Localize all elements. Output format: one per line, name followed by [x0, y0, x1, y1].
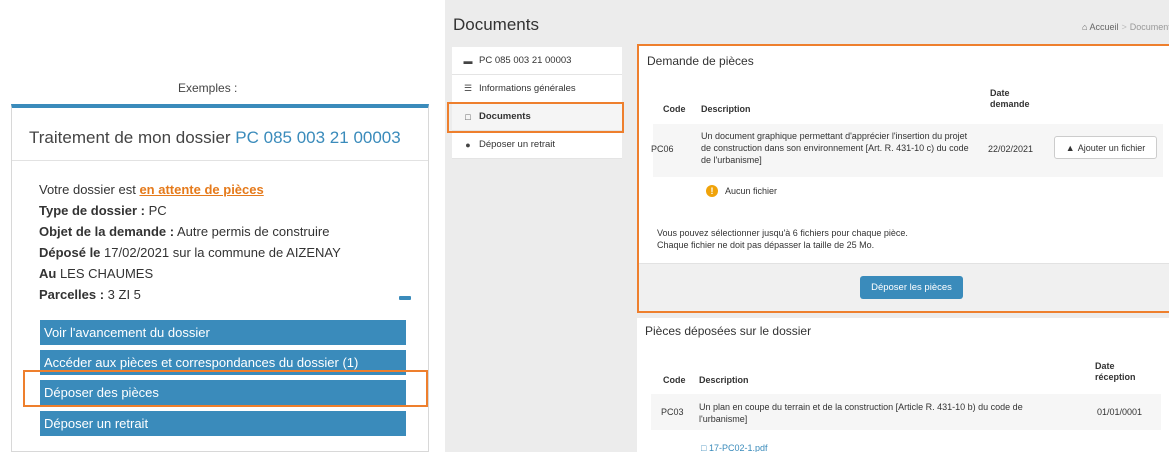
row-date: 01/01/0001 [1097, 407, 1143, 417]
examples-label: Exemples : [178, 81, 238, 95]
demande-title: Demande de pièces [647, 54, 754, 68]
col-code: Code [663, 104, 686, 114]
deposer-pieces-submit-button[interactable]: Déposer les pièces [860, 276, 963, 299]
deposees-title: Pièces déposées sur le dossier [645, 324, 812, 338]
comment-icon: ● [465, 139, 471, 150]
panel-footer: Déposer les pièces [639, 263, 1169, 311]
nav-item-informations[interactable]: ☰ Informations générales [452, 75, 622, 103]
page-title: Documents [453, 15, 539, 34]
dossier-number: PC 085 003 21 00003 [235, 128, 401, 147]
au-line: Au LES CHAUMES [39, 266, 154, 281]
depose-line: Déposé le 17/02/2021 sur la commune de A… [39, 245, 341, 260]
file-icon: □ [701, 443, 707, 452]
screenshot-root: Exemples : Traitement de mon dossier PC … [0, 0, 1169, 452]
card-divider [12, 160, 428, 161]
nav-item-retrait[interactable]: ● Déposer un retrait [452, 131, 622, 159]
row-description: Un plan en coupe du terrain et de la con… [699, 402, 1023, 424]
add-file-button[interactable]: ▲ Ajouter un fichier [1054, 136, 1157, 159]
demande-pieces-panel: Demande de pièces Code Description Date … [637, 44, 1169, 313]
breadcrumb-separator: > [1121, 22, 1127, 32]
status-link[interactable]: en attente de pièces [139, 182, 263, 197]
nav-item-dossier[interactable]: ▬ PC 085 003 21 00003 [452, 47, 622, 75]
home-icon: ⌂ [1082, 22, 1088, 32]
nav-highlight-frame [447, 102, 624, 133]
row-description: Un document graphique permettant d'appré… [701, 131, 969, 165]
objet-line: Objet de la demande : Autre permis de co… [39, 224, 330, 239]
collapse-icon[interactable] [399, 296, 411, 300]
help-text-2: Chaque fichier ne doit pas dépasser la t… [657, 240, 875, 250]
col-description: Description [701, 104, 751, 114]
breadcrumb-home[interactable]: Accueil [1089, 22, 1118, 32]
highlight-frame [23, 370, 428, 407]
file-link[interactable]: □ 17-PC02-1.pdf [701, 443, 768, 452]
breadcrumb: ⌂ Accueil>Documents [1082, 22, 1169, 32]
card-title: Traitement de mon dossier PC 085 003 21 … [29, 128, 401, 148]
row-code: PC03 [661, 407, 684, 417]
breadcrumb-current: Documents [1129, 22, 1169, 32]
parcelles-line: Parcelles : 3 ZI 5 [39, 287, 141, 302]
status-line: Votre dossier est en attente de pièces [39, 182, 264, 197]
type-line: Type de dossier : PC [39, 203, 167, 218]
voir-avancement-button[interactable]: Voir l'avancement du dossier [40, 320, 406, 345]
col-date-demande: Date demande [990, 88, 1030, 109]
help-text-1: Vous pouvez sélectionner jusqu'à 6 fichi… [657, 228, 908, 238]
col-description: Description [699, 375, 749, 385]
row-code: PC06 [651, 144, 674, 154]
col-date-reception: Date réception [1095, 361, 1136, 382]
card-title-prefix: Traitement de mon dossier [29, 128, 236, 147]
upload-icon: ▲ [1065, 142, 1075, 153]
deposer-retrait-button[interactable]: Déposer un retrait [40, 411, 406, 436]
list-icon: ☰ [463, 83, 473, 93]
row-date: 22/02/2021 [988, 144, 1034, 154]
dossier-info: Votre dossier est en attente de pièces T… [39, 179, 341, 305]
file-icon: ▬ [463, 55, 473, 66]
warning-icon: ! [706, 185, 718, 197]
pieces-deposees-panel: Pièces déposées sur le dossier Code Desc… [637, 318, 1169, 452]
no-file-text: Aucun fichier [725, 186, 778, 196]
documents-page: Documents ⌂ Accueil>Documents ▬PC 085 00… [445, 0, 1169, 452]
col-code: Code [663, 375, 686, 385]
